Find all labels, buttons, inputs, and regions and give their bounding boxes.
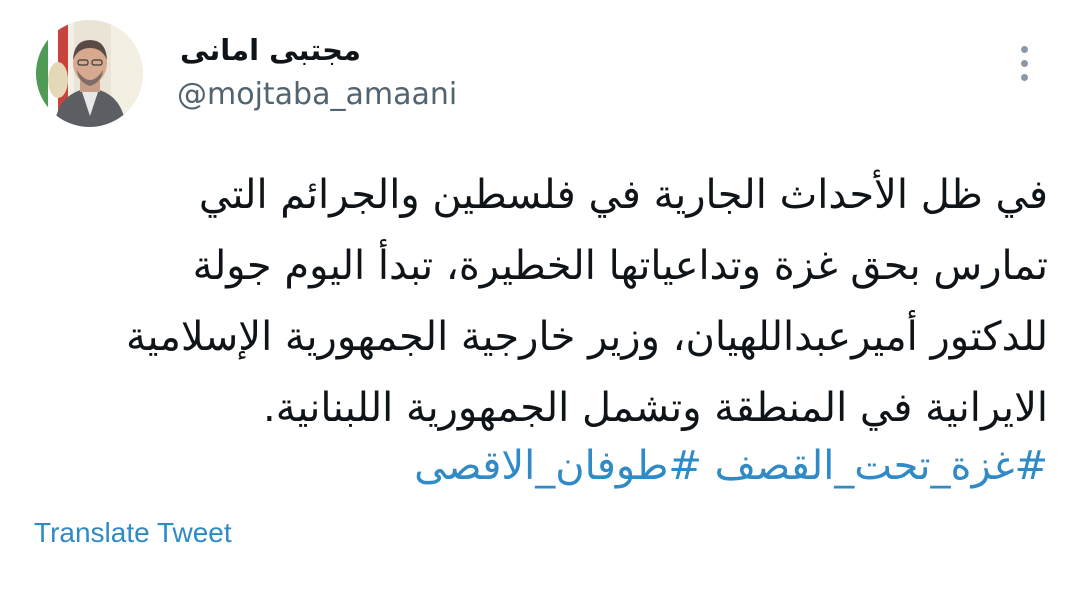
tweet-text: في ظل الأحداث الجارية في فلسطين والجرائم…	[40, 160, 1048, 444]
author-avatar[interactable]	[36, 20, 143, 127]
tweet-card: مجتبی امانی @mojtaba_amaani في ظل الأحدا…	[0, 0, 1080, 596]
more-options-button[interactable]	[1008, 42, 1040, 86]
hashtag-line: #غزة_تحت_القصف #طوفان_الاقصى	[40, 434, 1048, 498]
tweet-text-line: في ظل الأحداث الجارية في فلسطين والجرائم…	[198, 172, 1048, 218]
translate-tweet-link[interactable]: Translate Tweet	[34, 514, 232, 552]
profile-photo-icon	[36, 20, 143, 127]
author-display-name[interactable]: مجتبی امانی	[180, 30, 361, 70]
author-handle[interactable]: @mojtaba_amaani	[177, 74, 457, 116]
hashtag-link[interactable]: #طوفان_الاقصى	[414, 443, 702, 489]
hashtag-link[interactable]: #غزة_تحت_القصف	[715, 443, 1048, 489]
tweet-text-line: تمارس بحق غزة وتداعياتها الخطيرة، تبدأ ا…	[192, 243, 1048, 289]
tweet-text-line: للدكتور أميرعبداللهيان، وزير خارجية الجم…	[125, 314, 1048, 360]
